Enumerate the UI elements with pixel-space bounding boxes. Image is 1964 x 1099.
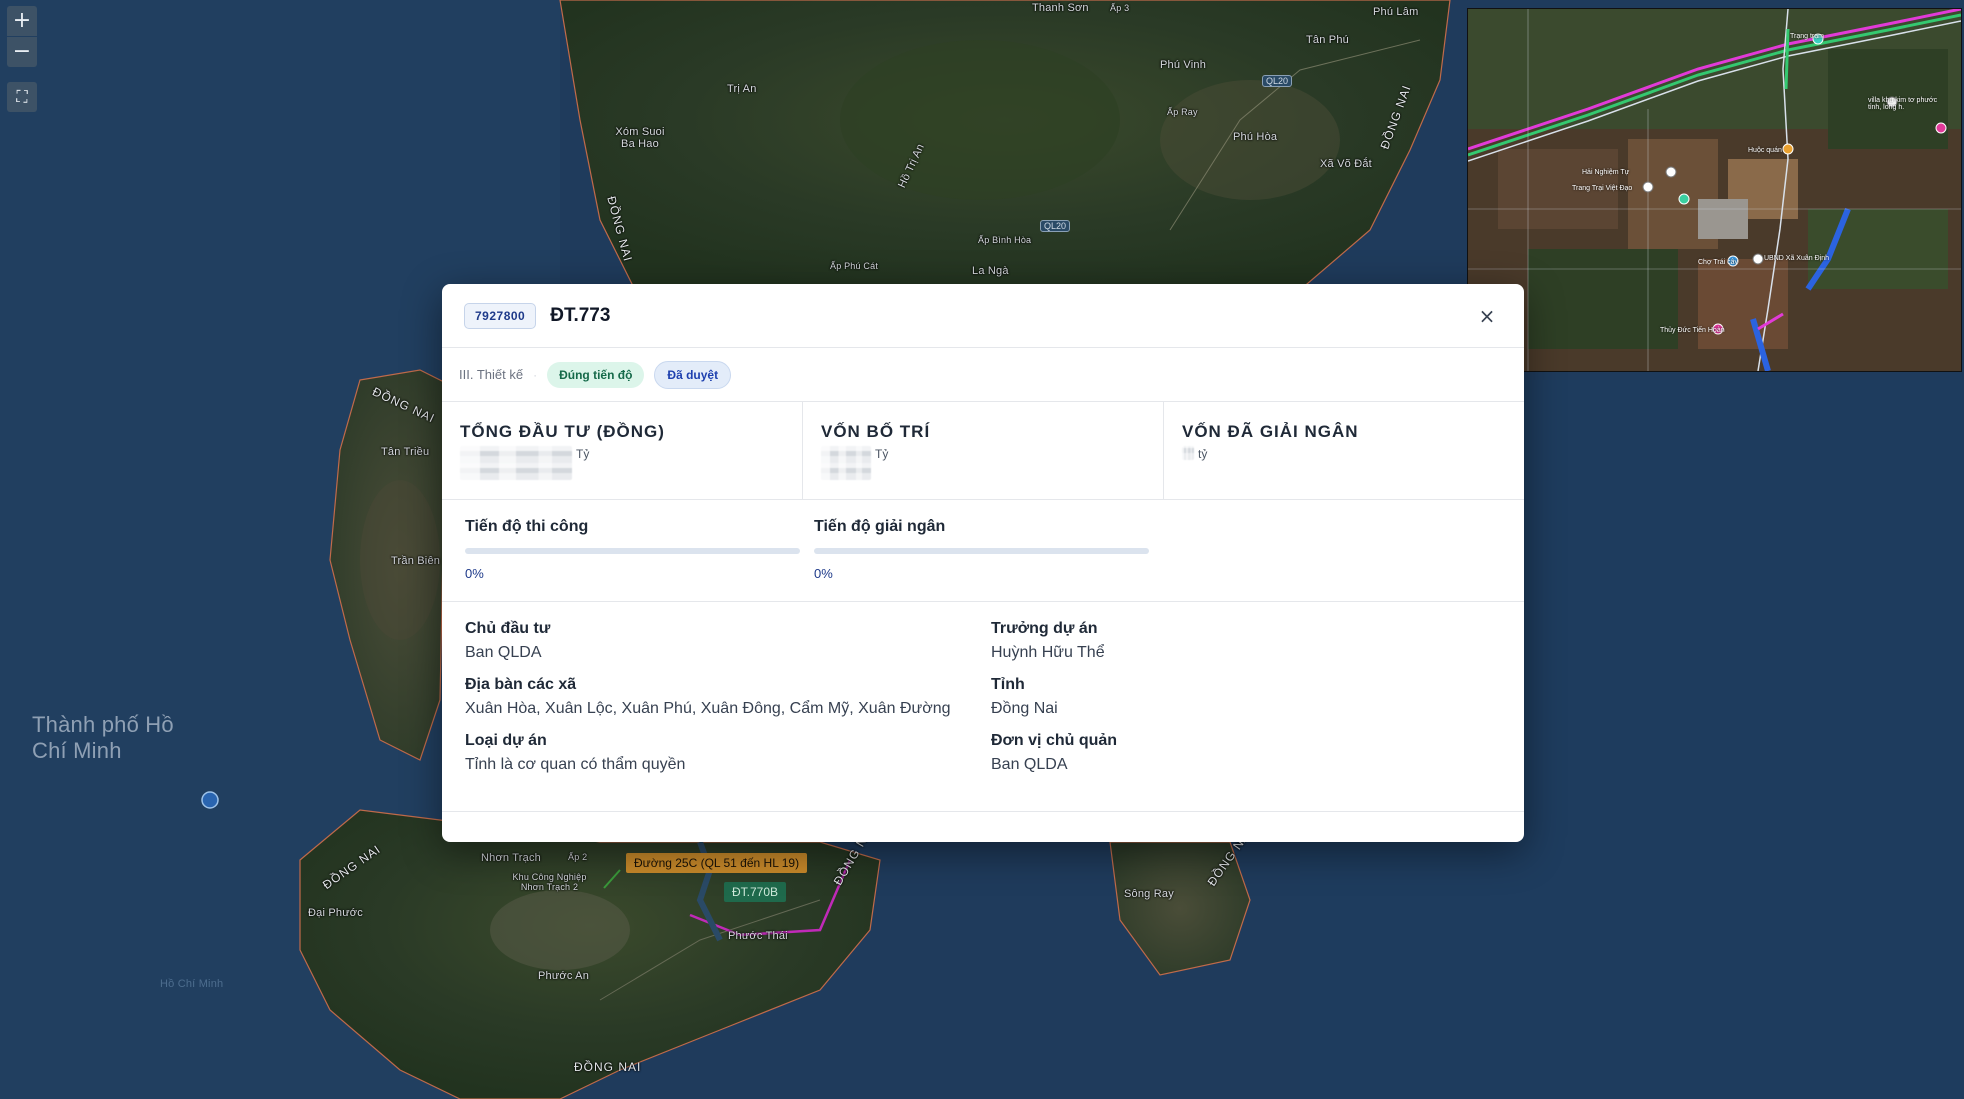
zoom-out-button[interactable]: − — [7, 37, 37, 67]
modal-footer — [442, 811, 1524, 842]
info-label: Địa bàn các xã — [465, 676, 577, 693]
province-label: ĐỒNG NAI — [574, 1060, 642, 1074]
map-label: Phú Hòa — [1233, 131, 1278, 143]
info-value: Đồng Nai — [991, 700, 1058, 717]
stat-label: VỐN ĐÃ GIẢI NGÂN — [1182, 422, 1359, 441]
map-label: Thanh Sơn — [1032, 2, 1089, 14]
status-row: III. Thiết kế · Đúng tiến độ Đã duyệt — [442, 348, 1524, 402]
info-label: Tỉnh — [991, 676, 1025, 693]
progress-value: 0% — [814, 566, 833, 581]
stat-unit: Tỷ — [576, 447, 590, 461]
map-label: La Ngà — [972, 265, 1009, 277]
minimap-label: Thủy Đức Tiến Hoàn — [1660, 327, 1725, 334]
info-value: Xuân Hòa, Xuân Lộc, Xuân Phú, Xuân Đông,… — [465, 700, 951, 717]
blurred-amount — [460, 446, 572, 480]
minimap[interactable]: Trạng trạm villa khu kim tơ phước tỉnh, … — [1467, 8, 1962, 372]
map-label: Sông Ray — [1124, 888, 1174, 900]
stat-unit: tỷ — [1198, 447, 1208, 461]
minimap-label: villa khu kim tơ phước tỉnh, long h. — [1868, 97, 1938, 111]
info-value: Ban QLDA — [991, 756, 1068, 773]
project-code-badge: 7927800 — [464, 302, 537, 329]
project-detail-modal: 7927800 ĐT.773 × III. Thiết kế · Đúng ti… — [442, 284, 1524, 842]
stat-total-investment: TỔNG ĐẦU TƯ (ĐỒNG) Tỷ — [442, 402, 803, 499]
map-label: Hồ Chí Minh — [160, 978, 224, 990]
progress-label: Tiến độ thi công — [465, 518, 589, 535]
progress-bar — [465, 548, 800, 554]
info-managing-unit: Đơn vị chủ quản Ban QLDA — [991, 732, 1501, 774]
minimap-label: Huộc quán — [1748, 147, 1782, 154]
disbursement-progress: Tiến độ giải ngân 0% — [814, 518, 1149, 601]
info-label: Trưởng dự án — [991, 620, 1098, 637]
stat-label: TỔNG ĐẦU TƯ (ĐỒNG) — [460, 422, 665, 441]
minimap-label: Chợ Trái cây — [1698, 259, 1738, 266]
map-label: Đại Phước — [308, 907, 363, 919]
map-label: Ấp 2 — [568, 852, 588, 862]
stat-unit: Tỷ — [875, 447, 889, 461]
info-value: Huỳnh Hữu Thể — [991, 644, 1105, 661]
map-label: Ấp Phú Cát — [830, 261, 879, 271]
info-label: Đơn vị chủ quản — [991, 732, 1118, 749]
map-label: Nhơn Trạch — [481, 852, 541, 864]
fit-bounds-button[interactable]: ⛶ — [7, 82, 37, 112]
minimap-label: Trang Trại Việt Đạo — [1572, 185, 1633, 192]
stat-disbursed-capital: VỐN ĐÃ GIẢI NGÂN tỷ — [1164, 402, 1524, 499]
project-phase: III. Thiết kế — [459, 367, 524, 382]
map-label: Phước An — [538, 970, 590, 982]
info-label: Chủ đầu tư — [465, 620, 551, 637]
separator-dot: · — [533, 367, 538, 382]
progress-bar — [814, 548, 1149, 554]
highway-shield: QL20 — [1262, 75, 1293, 87]
close-button[interactable]: × — [1472, 301, 1502, 331]
info-investor: Chủ đầu tư Ban QLDA — [465, 620, 991, 662]
city-label: Thành phố Hồ Chí Minh — [32, 712, 174, 763]
zoom-in-button[interactable]: + — [7, 6, 37, 36]
map-label: Phước Thái — [728, 930, 788, 942]
status-badge-approved: Đã duyệt — [654, 360, 732, 389]
modal-header: 7927800 ĐT.773 × — [442, 284, 1524, 348]
map-label: Ấp 3 — [1110, 3, 1130, 13]
blurred-amount — [821, 446, 871, 480]
progress-section: Tiến độ thi công 0% Tiến độ giải ngân 0% — [442, 500, 1524, 602]
road-tag[interactable]: Đường 25C (QL 51 đến HL 19) — [626, 853, 808, 873]
map-label: Trị An — [727, 83, 757, 95]
map-label: Tân Phú — [1306, 34, 1349, 46]
stat-allocated-capital: VỐN BỐ TRÍ Tỷ — [803, 402, 1164, 499]
map-label: Ấp Bình Hòa — [978, 235, 1032, 245]
project-info-grid: Chủ đầu tư Ban QLDA Trưởng dự án Huỳnh H… — [442, 602, 1524, 774]
progress-value: 0% — [465, 566, 484, 581]
info-label: Loại dự án — [465, 732, 547, 749]
minimap-label: UBND Xã Xuân Định — [1764, 255, 1829, 262]
construction-progress: Tiến độ thi công 0% — [465, 518, 800, 601]
status-badge-on-schedule: Đúng tiến độ — [547, 361, 645, 388]
map-label: Xóm Suoi Ba Hao — [615, 126, 665, 150]
progress-label: Tiến độ giải ngân — [814, 518, 946, 535]
info-value: Tỉnh là cơ quan có thẩm quyền — [465, 756, 686, 773]
minimap-label: Trạng trạm — [1790, 33, 1824, 40]
blurred-amount — [1182, 446, 1194, 460]
map-label: Tân Triều — [381, 446, 430, 458]
map-label: Trần Biên — [391, 555, 441, 567]
info-value: Ban QLDA — [465, 644, 542, 661]
minimap-label: Hải Nghiệm Tự — [1582, 169, 1630, 176]
map-label: Phú Vinh — [1160, 59, 1207, 71]
map-label: Khu Công Nghiệp Nhơn Trạch 2 — [512, 872, 587, 892]
project-title: ĐT.773 — [550, 304, 611, 326]
map-label: Xã Võ Đắt — [1320, 158, 1372, 170]
info-project-lead: Trưởng dự án Huỳnh Hữu Thể — [991, 620, 1501, 662]
highway-shield: QL20 — [1040, 220, 1071, 232]
stat-label: VỐN BỐ TRÍ — [821, 422, 931, 441]
map-label: Ấp Ray — [1167, 107, 1198, 117]
minimap-imagery — [1468, 9, 1961, 371]
map-label: Phú Lâm — [1373, 6, 1419, 18]
funding-stats: TỔNG ĐẦU TƯ (ĐỒNG) Tỷ VỐN BỐ TRÍ Tỷ VỐN … — [442, 402, 1524, 500]
info-province: Tỉnh Đồng Nai — [991, 676, 1501, 718]
info-project-type: Loại dự án Tỉnh là cơ quan có thẩm quyền — [465, 732, 991, 774]
road-tag[interactable]: ĐT.770B — [724, 882, 787, 902]
info-communes: Địa bàn các xã Xuân Hòa, Xuân Lộc, Xuân … — [465, 676, 991, 718]
